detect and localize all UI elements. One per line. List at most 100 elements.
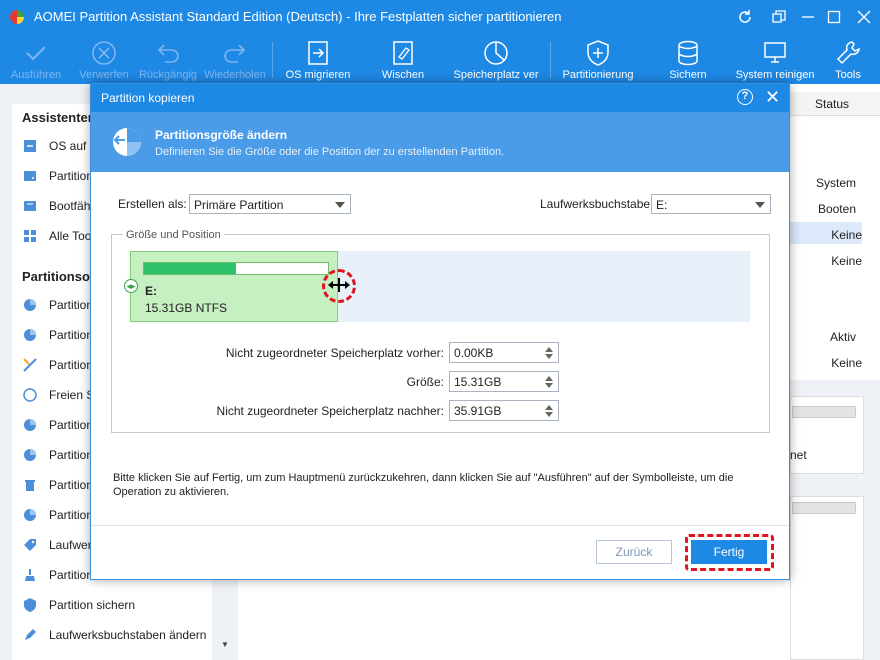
clean-system-label: System reinigen: [735, 69, 815, 81]
back-button[interactable]: Zurück: [596, 540, 672, 564]
drive-letter-select[interactable]: E:: [651, 194, 771, 214]
migrate-icon: [308, 41, 328, 65]
wizards-header: Assistenten: [22, 110, 96, 125]
title-bar: AOMEI Partition Assistant Standard Editi…: [0, 0, 880, 34]
disk-label-fragment: net: [790, 448, 807, 462]
unallocated-after-spinner[interactable]: 35.91GB: [449, 400, 559, 421]
migrate-icon: [24, 140, 36, 152]
discard-label: Verwerfen: [79, 69, 129, 81]
chevron-down-icon: [755, 202, 765, 208]
refresh-icon[interactable]: [734, 6, 756, 28]
finish-highlight: [685, 534, 774, 571]
status-cell: Keine: [831, 254, 862, 268]
spin-up-icon[interactable]: [545, 405, 553, 410]
size-spinner[interactable]: 15.31GB: [449, 371, 559, 392]
sidebar-item-label: Partition: [49, 568, 94, 582]
sidebar-item-label: Laufwerksbuchstaben ändern: [49, 628, 207, 642]
status-cell: System: [815, 176, 856, 190]
discard-button[interactable]: Verwerfen: [74, 34, 134, 84]
pen-icon: [25, 629, 36, 640]
dialog-title: Partition kopieren: [101, 91, 195, 105]
sidebar-item-label: Partition: [49, 508, 94, 522]
backup-button[interactable]: Sichern: [662, 34, 714, 84]
usage-bar: [143, 262, 329, 275]
usage-fill: [144, 263, 236, 274]
spin-down-icon[interactable]: [545, 354, 553, 359]
hint-text: Bitte klicken Sie auf Fertig, um zum Hau…: [113, 472, 734, 498]
create-as-label: Erstellen als:: [118, 197, 187, 211]
sidebar-item[interactable]: Partition sichern: [22, 595, 212, 615]
disk-bar: [792, 502, 856, 514]
tools-label: Tools: [835, 69, 861, 81]
undo-button[interactable]: Rückgängig: [138, 34, 198, 84]
left-resize-handle-icon[interactable]: ◂▸: [124, 279, 138, 293]
sidebar-item[interactable]: Laufwerksbuchstaben ändern: [22, 625, 212, 645]
wipe-button[interactable]: Wischen: [372, 34, 434, 84]
backup-label: Sichern: [669, 69, 707, 81]
unallocated-after-label: Nicht zugeordneter Speicherplatz nachher…: [216, 404, 444, 418]
banner-title: Partitionsgröße ändern: [155, 128, 288, 142]
checkmark-icon: [26, 46, 46, 61]
tools-button[interactable]: Tools: [828, 34, 868, 84]
partition-pie-icon: [24, 449, 36, 461]
tag-icon: [24, 539, 36, 551]
partitioning-label: Partitionierung: [562, 69, 634, 81]
spin-up-icon[interactable]: [545, 376, 553, 381]
shield-icon: [24, 598, 36, 612]
scroll-down-icon[interactable]: ▼: [221, 640, 229, 649]
resize-partition-icon: [113, 128, 141, 156]
create-as-select[interactable]: Primäre Partition: [189, 194, 351, 214]
free-space-button[interactable]: Speicherplatz ver: [446, 34, 546, 84]
sidebar-item-label: Partition sichern: [49, 598, 136, 612]
maximize-icon[interactable]: [823, 6, 845, 28]
migrate-os-button[interactable]: OS migrieren: [282, 34, 354, 84]
pie-chart-icon: [484, 41, 508, 65]
wipe-disk-icon: [393, 41, 413, 65]
apply-button[interactable]: Ausführen: [6, 34, 66, 84]
dialog-title-bar: Partition kopieren ? ✕: [91, 84, 789, 112]
clean-system-button[interactable]: System reinigen: [733, 34, 817, 84]
disk-card: [790, 496, 864, 660]
discard-icon: [92, 41, 116, 65]
wipe-label: Wischen: [381, 69, 425, 81]
spin-up-icon[interactable]: [545, 347, 553, 352]
sidebar-item-label: Alle Tool: [49, 229, 95, 243]
partition-letter: E:: [145, 284, 157, 298]
help-icon[interactable]: ?: [737, 89, 753, 105]
status-column-header: Status: [815, 97, 850, 111]
sidebar-item-label: Partition: [49, 298, 94, 312]
undo-label: Rückgängig: [138, 69, 198, 81]
boot-disk-icon: [24, 201, 36, 211]
tools-grid-icon: [24, 230, 36, 242]
status-cell: Keine: [831, 228, 862, 242]
size-value: 15.31GB: [454, 375, 502, 389]
sidebar-item-label: Partition: [49, 358, 94, 372]
sidebar-item-label: Partition: [49, 448, 94, 462]
trash-icon: [25, 480, 35, 491]
sidebar-item-label: Partition: [49, 418, 94, 432]
partition-pie-icon: [24, 329, 36, 341]
size-position-title: Größe und Position: [123, 229, 224, 241]
dialog-close-icon[interactable]: ✕: [765, 86, 780, 108]
wipe-brush-icon: [25, 569, 35, 581]
resize-cursor-icon[interactable]: [327, 277, 351, 293]
database-icon: [678, 40, 698, 66]
unallocated-before-spinner[interactable]: 0.00KB: [449, 342, 559, 363]
restore-icon[interactable]: [768, 6, 790, 28]
toolbar-separator: [550, 42, 551, 78]
minimize-icon[interactable]: [797, 6, 819, 28]
undo-icon: [157, 44, 179, 63]
dialog-banner: Partitionsgröße ändern Definieren Sie di…: [91, 112, 789, 172]
redo-button[interactable]: Wiederholen: [203, 34, 267, 84]
toolbar: Ausführen Verwerfen Rückgängig Wiederhol…: [0, 34, 880, 84]
partition-info: 15.31GB NTFS: [145, 301, 228, 315]
unallocated-after-value: 35.91GB: [454, 404, 502, 418]
chevron-down-icon: [335, 202, 345, 208]
close-icon[interactable]: [853, 6, 875, 28]
drive-letter-label: Laufwerksbuchstabe:: [540, 197, 654, 211]
spin-down-icon[interactable]: [545, 412, 553, 417]
spin-down-icon[interactable]: [545, 383, 553, 388]
partitioning-button[interactable]: Partitionierung: [558, 34, 638, 84]
status-cell: Aktiv: [829, 330, 856, 344]
drive-letter-value: E:: [656, 198, 668, 212]
